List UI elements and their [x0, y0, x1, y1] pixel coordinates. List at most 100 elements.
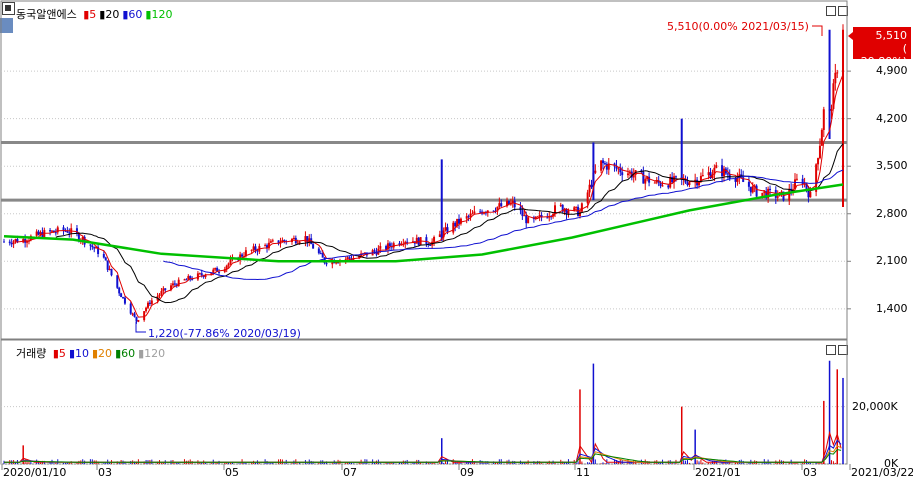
- candle-body: [346, 257, 349, 260]
- candle-body: [642, 171, 645, 184]
- candle-body: [89, 244, 92, 246]
- price-tick-label: 2,100: [876, 254, 908, 268]
- candle-body: [91, 245, 94, 248]
- date-tick-label: 07: [343, 466, 357, 479]
- candle-body: [271, 240, 274, 242]
- candle-body: [602, 160, 605, 164]
- candle-body: [56, 227, 59, 233]
- candle-body: [600, 160, 603, 171]
- candle-body: [283, 240, 286, 242]
- date-tick-label: 2021/01: [695, 466, 741, 479]
- candle-body: [500, 203, 503, 207]
- candle-body: [164, 288, 167, 290]
- candle-body: [26, 241, 29, 243]
- candle-body: [626, 173, 629, 176]
- candle-body: [780, 191, 783, 193]
- current-price: 5,510: [875, 29, 908, 42]
- date-tick-label: 05: [225, 466, 239, 479]
- candle-body: [617, 168, 620, 170]
- candle-body: [298, 241, 301, 243]
- candle-body: [131, 313, 134, 315]
- candle-body: [269, 241, 272, 243]
- current-change: ( 29.80%): [860, 42, 907, 68]
- candle-body: [594, 170, 597, 173]
- date-tick-label: 03: [803, 466, 817, 479]
- candle-body: [590, 184, 593, 188]
- price-tick-label: 4,200: [876, 111, 908, 125]
- candle-body: [102, 254, 105, 258]
- candle-body: [721, 165, 724, 177]
- low-arrow: [135, 322, 146, 333]
- candle-body: [200, 273, 203, 276]
- price-tick-label: 2,800: [876, 206, 908, 220]
- candle-body: [525, 215, 528, 224]
- candle-body: [438, 234, 441, 237]
- candle-body: [8, 241, 11, 244]
- candle-body: [822, 109, 825, 130]
- candle-body: [325, 263, 328, 265]
- candle-body: [830, 108, 833, 111]
- candle-body: [644, 179, 647, 184]
- candle-body: [373, 250, 376, 252]
- candle-body: [580, 203, 583, 212]
- candle-body: [110, 268, 113, 276]
- candle-body: [68, 232, 71, 234]
- candle-body: [162, 288, 165, 292]
- candle-body: [621, 172, 624, 176]
- candle-body: [653, 182, 656, 184]
- candle-body: [198, 273, 201, 275]
- candle-body: [133, 313, 136, 317]
- ma120-line: [3, 183, 844, 263]
- candle-body: [116, 275, 119, 288]
- candle-body: [433, 236, 436, 242]
- candle-body: [62, 227, 65, 231]
- candle-body: [145, 307, 148, 312]
- volume-ma-line: [4, 439, 842, 463]
- candle-body: [241, 254, 244, 257]
- candle-body: [788, 188, 791, 201]
- candle-body: [312, 244, 315, 249]
- candle-body: [471, 213, 474, 215]
- current-price-badge: 5,510 ( 29.80%): [853, 27, 911, 68]
- candle-body: [93, 247, 96, 249]
- candle-body: [183, 279, 186, 281]
- candle-body: [415, 237, 418, 244]
- ma5-line: [15, 74, 844, 318]
- candle-body: [292, 237, 295, 239]
- candle-body: [49, 230, 52, 232]
- candle-body: [185, 279, 188, 281]
- candle-body: [820, 129, 823, 146]
- candle-body: [538, 215, 541, 217]
- candle-body: [120, 293, 123, 298]
- candle-body: [108, 268, 111, 270]
- volume-ma-line: [4, 430, 842, 464]
- high-price-annotation: 5,510(0.00% 2021/03/15): [667, 20, 809, 33]
- date-tick-label: 09: [460, 466, 474, 479]
- low-price-annotation: 1,220(-77.86% 2020/03/19): [148, 327, 301, 340]
- candle-body: [776, 196, 779, 198]
- candle-body: [795, 178, 798, 180]
- date-tick-label: 2021/03/22: [851, 466, 913, 479]
- candle-body: [701, 175, 704, 177]
- candle-body: [122, 297, 125, 299]
- candle-body: [818, 145, 821, 159]
- price-tick-label: 1,400: [876, 301, 908, 315]
- volume-tick-label: 20,000K: [852, 399, 898, 413]
- candle-body: [321, 253, 324, 258]
- candle-body: [250, 249, 253, 251]
- candle-body: [817, 158, 820, 165]
- candle-body: [755, 185, 758, 197]
- candle-body: [726, 173, 729, 175]
- candle-body: [575, 206, 578, 208]
- candle-body: [264, 245, 267, 247]
- candle-body: [35, 231, 38, 236]
- candle-body: [454, 222, 457, 227]
- candle-body: [511, 200, 514, 203]
- candle-body: [191, 279, 194, 281]
- candle-body: [143, 311, 146, 321]
- candle-body: [565, 209, 568, 214]
- price-panel-frame: [0, 0, 848, 340]
- candle-body: [586, 192, 589, 204]
- candle-body: [671, 176, 674, 183]
- candle-body: [715, 165, 718, 168]
